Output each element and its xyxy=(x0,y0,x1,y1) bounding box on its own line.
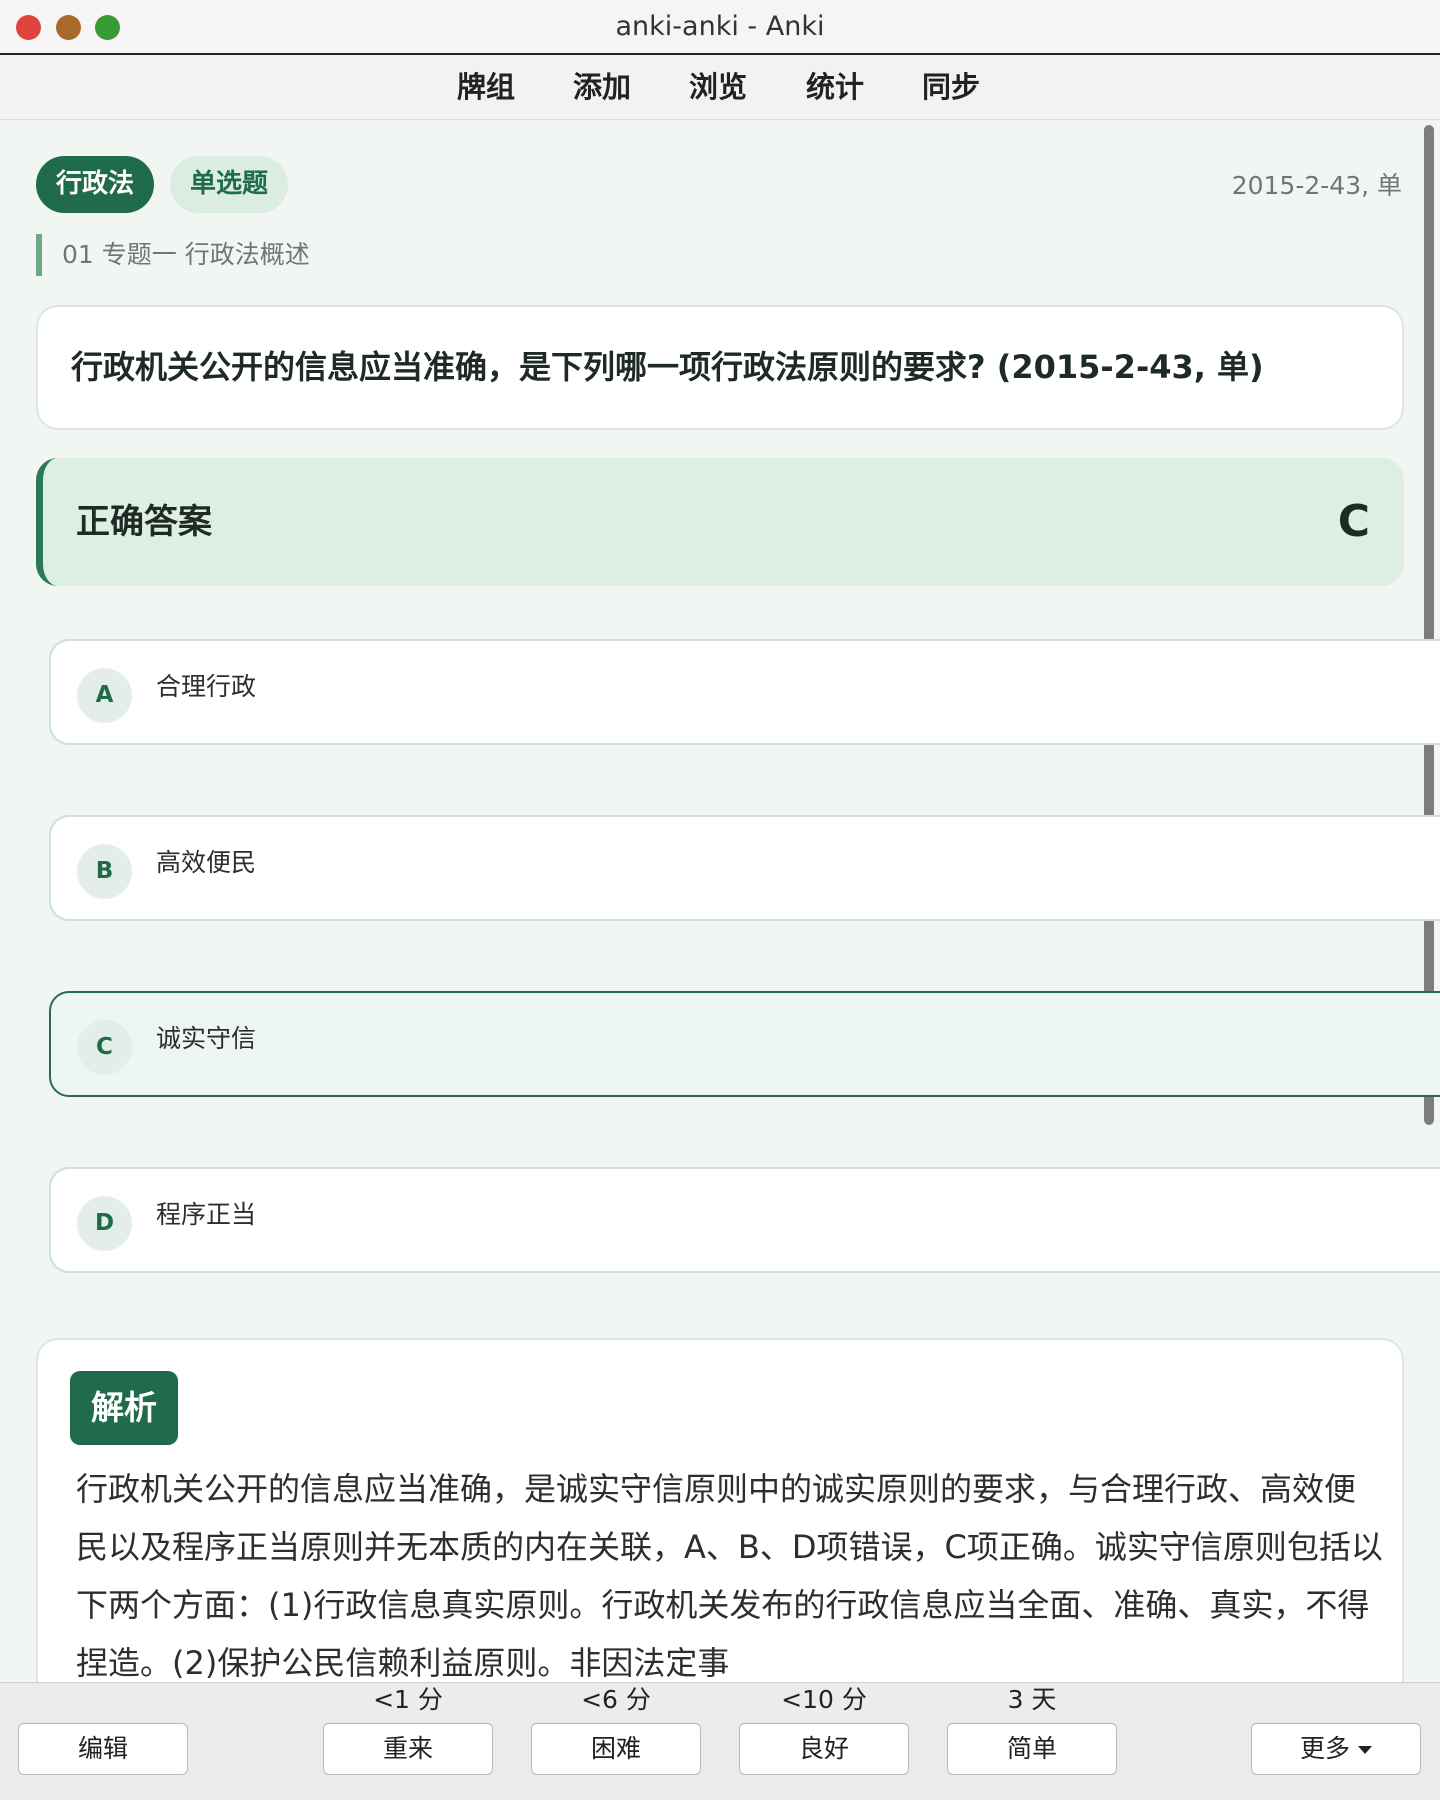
option-c[interactable]: C 诚实守信 xyxy=(49,991,1440,1097)
option-text: 合理行政 xyxy=(156,672,257,701)
toolbar-add[interactable]: 添加 xyxy=(573,55,631,119)
question-source: 2015-2-43, 单 xyxy=(1231,171,1402,200)
question-text: 行政机关公开的信息应当准确，是下列哪一项行政法原则的要求? (2015-2-43… xyxy=(71,348,1264,386)
explanation-label: 解析 xyxy=(70,1371,178,1445)
again-interval: <1 分 xyxy=(373,1685,443,1714)
correct-answer-label: 正确答案 xyxy=(76,502,212,542)
again-button[interactable]: 重来 xyxy=(323,1723,493,1775)
toolbar-stats[interactable]: 统计 xyxy=(806,55,864,119)
option-text: 诚实守信 xyxy=(156,1024,257,1053)
option-text: 程序正当 xyxy=(156,1200,257,1229)
option-letter: B xyxy=(77,844,132,899)
question-type-tag: 单选题 xyxy=(170,156,288,213)
edit-button[interactable]: 编辑 xyxy=(18,1723,188,1775)
review-bar: 编辑 <1 分 重来 <6 分 困难 <10 分 良好 3 天 简单 更多 xyxy=(0,1682,1440,1800)
chevron-down-icon xyxy=(1358,1746,1372,1754)
option-a[interactable]: A 合理行政 xyxy=(49,639,1440,745)
hard-interval: <6 分 xyxy=(581,1685,651,1714)
question-card: 行政机关公开的信息应当准确，是下列哪一项行政法原则的要求? (2015-2-43… xyxy=(36,305,1404,430)
easy-interval: 3 天 xyxy=(1007,1685,1057,1714)
explanation-text: 行政机关公开的信息应当准确，是诚实守信原则中的诚实原则的要求，与合理行政、高效便… xyxy=(76,1470,1383,1682)
more-label: 更多 xyxy=(1299,1734,1350,1763)
correct-answer-panel: 正确答案 C xyxy=(36,458,1404,586)
option-d[interactable]: D 程序正当 xyxy=(49,1167,1440,1273)
option-letter: D xyxy=(77,1196,132,1251)
toolbar-browse[interactable]: 浏览 xyxy=(689,55,747,119)
explanation-card: 解析 行政机关公开的信息应当准确，是诚实守信原则中的诚实原则的要求，与合理行政、… xyxy=(36,1338,1404,1682)
option-text: 高效便民 xyxy=(156,848,257,877)
card-view: 行政法 单选题 2015-2-43, 单 01 专题一 行政法概述 行政机关公开… xyxy=(0,120,1440,1682)
scrollbar-thumb[interactable] xyxy=(1424,125,1434,1125)
toolbar-sync[interactable]: 同步 xyxy=(922,55,980,119)
title-bar: anki-anki - Anki xyxy=(0,0,1440,55)
option-b[interactable]: B 高效便民 xyxy=(49,815,1440,921)
option-letter: A xyxy=(77,668,132,723)
option-letter: C xyxy=(77,1020,132,1075)
correct-answer-letter: C xyxy=(1337,496,1370,547)
good-interval: <10 分 xyxy=(781,1685,867,1714)
good-button[interactable]: 良好 xyxy=(739,1723,909,1775)
subject-tag: 行政法 xyxy=(36,156,154,213)
hard-button[interactable]: 困难 xyxy=(531,1723,701,1775)
topic-label: 01 专题一 行政法概述 xyxy=(36,234,310,276)
window-title: anki-anki - Anki xyxy=(615,11,825,42)
easy-button[interactable]: 简单 xyxy=(947,1723,1117,1775)
main-toolbar: 牌组 添加 浏览 统计 同步 xyxy=(0,55,1440,120)
toolbar-decks[interactable]: 牌组 xyxy=(457,55,515,119)
more-button[interactable]: 更多 xyxy=(1251,1723,1421,1775)
